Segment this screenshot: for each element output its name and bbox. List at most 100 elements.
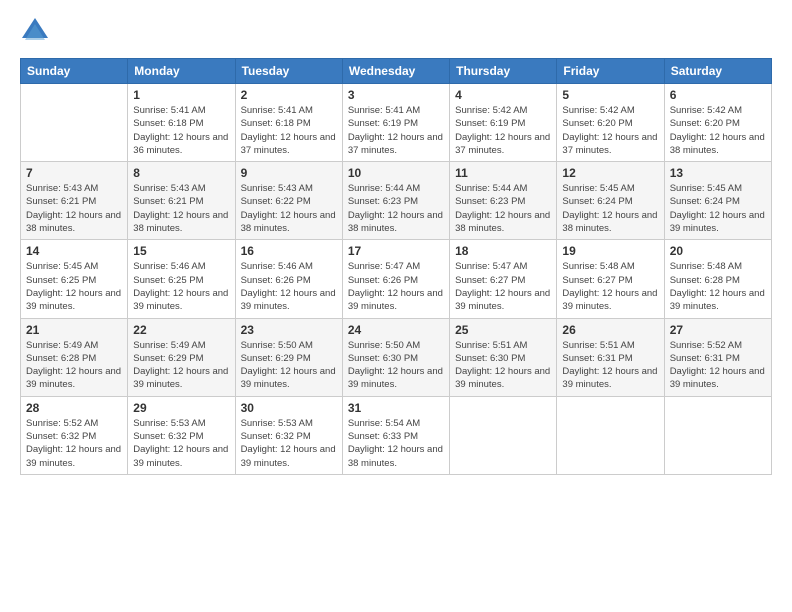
day-info: Sunrise: 5:41 AMSunset: 6:19 PMDaylight:… bbox=[348, 104, 444, 157]
calendar-cell: 28 Sunrise: 5:52 AMSunset: 6:32 PMDayligh… bbox=[21, 396, 128, 474]
calendar-cell bbox=[664, 396, 771, 474]
day-number: 7 bbox=[26, 166, 122, 180]
calendar-cell: 24 Sunrise: 5:50 AMSunset: 6:30 PMDayligh… bbox=[342, 318, 449, 396]
day-number: 4 bbox=[455, 88, 551, 102]
day-number: 27 bbox=[670, 323, 766, 337]
calendar-cell bbox=[557, 396, 664, 474]
day-number: 9 bbox=[241, 166, 337, 180]
day-info: Sunrise: 5:49 AMSunset: 6:29 PMDaylight:… bbox=[133, 339, 229, 392]
calendar-cell: 5 Sunrise: 5:42 AMSunset: 6:20 PMDaylight… bbox=[557, 84, 664, 162]
calendar-cell: 9 Sunrise: 5:43 AMSunset: 6:22 PMDaylight… bbox=[235, 162, 342, 240]
day-info: Sunrise: 5:44 AMSunset: 6:23 PMDaylight:… bbox=[455, 182, 551, 235]
calendar-cell: 30 Sunrise: 5:53 AMSunset: 6:32 PMDayligh… bbox=[235, 396, 342, 474]
calendar-cell: 8Sunrise: 5:43 AMSunset: 6:21 PMDaylight… bbox=[128, 162, 235, 240]
day-number: 30 bbox=[241, 401, 337, 415]
day-number: 23 bbox=[241, 323, 337, 337]
day-number: 22 bbox=[133, 323, 229, 337]
day-info: Sunrise: 5:42 AMSunset: 6:20 PMDaylight:… bbox=[562, 104, 658, 157]
day-info: Sunrise: 5:42 AMSunset: 6:19 PMDaylight:… bbox=[455, 104, 551, 157]
calendar-cell bbox=[450, 396, 557, 474]
week-row-1: 7 Sunrise: 5:43 AMSunset: 6:21 PMDaylight… bbox=[21, 162, 772, 240]
day-number: 20 bbox=[670, 244, 766, 258]
calendar-cell: 23 Sunrise: 5:50 AMSunset: 6:29 PMDayligh… bbox=[235, 318, 342, 396]
calendar-cell: 12 Sunrise: 5:45 AMSunset: 6:24 PMDayligh… bbox=[557, 162, 664, 240]
day-number: 3 bbox=[348, 88, 444, 102]
day-info: Sunrise: 5:51 AMSunset: 6:30 PMDaylight:… bbox=[455, 339, 551, 392]
day-info: Sunrise: 5:45 AMSunset: 6:25 PMDaylight:… bbox=[26, 260, 122, 313]
day-number: 17 bbox=[348, 244, 444, 258]
calendar-cell: 13 Sunrise: 5:45 AMSunset: 6:24 PMDayligh… bbox=[664, 162, 771, 240]
day-number: 26 bbox=[562, 323, 658, 337]
day-info: Sunrise: 5:51 AMSunset: 6:31 PMDaylight:… bbox=[562, 339, 658, 392]
calendar-cell: 17 Sunrise: 5:47 AMSunset: 6:26 PMDayligh… bbox=[342, 240, 449, 318]
calendar-cell: 15 Sunrise: 5:46 AMSunset: 6:25 PMDayligh… bbox=[128, 240, 235, 318]
calendar-cell bbox=[21, 84, 128, 162]
weekday-header-sunday: Sunday bbox=[21, 59, 128, 84]
calendar-cell: 11 Sunrise: 5:44 AMSunset: 6:23 PMDayligh… bbox=[450, 162, 557, 240]
day-info: Sunrise: 5:45 AMSunset: 6:24 PMDaylight:… bbox=[670, 182, 766, 235]
weekday-header-saturday: Saturday bbox=[664, 59, 771, 84]
day-number: 13 bbox=[670, 166, 766, 180]
week-row-0: 1 Sunrise: 5:41 AMSunset: 6:18 PMDaylight… bbox=[21, 84, 772, 162]
calendar-cell: 26 Sunrise: 5:51 AMSunset: 6:31 PMDayligh… bbox=[557, 318, 664, 396]
calendar-cell: 16Sunrise: 5:46 AMSunset: 6:26 PMDayligh… bbox=[235, 240, 342, 318]
day-number: 1 bbox=[133, 88, 229, 102]
day-number: 12 bbox=[562, 166, 658, 180]
calendar-cell: 1 Sunrise: 5:41 AMSunset: 6:18 PMDaylight… bbox=[128, 84, 235, 162]
day-number: 6 bbox=[670, 88, 766, 102]
day-number: 15 bbox=[133, 244, 229, 258]
day-number: 10 bbox=[348, 166, 444, 180]
day-info: Sunrise: 5:41 AMSunset: 6:18 PMDaylight:… bbox=[133, 104, 229, 157]
day-info: Sunrise: 5:43 AMSunset: 6:22 PMDaylight:… bbox=[241, 182, 337, 235]
weekday-header-friday: Friday bbox=[557, 59, 664, 84]
day-number: 5 bbox=[562, 88, 658, 102]
day-number: 28 bbox=[26, 401, 122, 415]
day-info: Sunrise: 5:50 AMSunset: 6:29 PMDaylight:… bbox=[241, 339, 337, 392]
calendar-cell: 7 Sunrise: 5:43 AMSunset: 6:21 PMDaylight… bbox=[21, 162, 128, 240]
day-info: Sunrise: 5:53 AMSunset: 6:32 PMDaylight:… bbox=[241, 417, 337, 470]
day-info: Sunrise: 5:48 AMSunset: 6:28 PMDaylight:… bbox=[670, 260, 766, 313]
calendar-cell: 22 Sunrise: 5:49 AMSunset: 6:29 PMDayligh… bbox=[128, 318, 235, 396]
day-info: Sunrise: 5:50 AMSunset: 6:30 PMDaylight:… bbox=[348, 339, 444, 392]
day-info: Sunrise: 5:46 AMSunset: 6:25 PMDaylight:… bbox=[133, 260, 229, 313]
day-info: Sunrise: 5:43 AMSunset: 6:21 PMDaylight:… bbox=[133, 182, 229, 235]
calendar-cell: 31Sunrise: 5:54 AMSunset: 6:33 PMDayligh… bbox=[342, 396, 449, 474]
day-info: Sunrise: 5:49 AMSunset: 6:28 PMDaylight:… bbox=[26, 339, 122, 392]
day-info: Sunrise: 5:47 AMSunset: 6:26 PMDaylight:… bbox=[348, 260, 444, 313]
logo-icon bbox=[20, 16, 50, 46]
weekday-header-wednesday: Wednesday bbox=[342, 59, 449, 84]
logo bbox=[20, 16, 52, 46]
day-info: Sunrise: 5:43 AMSunset: 6:21 PMDaylight:… bbox=[26, 182, 122, 235]
day-number: 29 bbox=[133, 401, 229, 415]
day-info: Sunrise: 5:41 AMSunset: 6:18 PMDaylight:… bbox=[241, 104, 337, 157]
calendar-cell: 2Sunrise: 5:41 AMSunset: 6:18 PMDaylight… bbox=[235, 84, 342, 162]
day-info: Sunrise: 5:47 AMSunset: 6:27 PMDaylight:… bbox=[455, 260, 551, 313]
calendar-cell: 14 Sunrise: 5:45 AMSunset: 6:25 PMDayligh… bbox=[21, 240, 128, 318]
calendar-cell: 4 Sunrise: 5:42 AMSunset: 6:19 PMDaylight… bbox=[450, 84, 557, 162]
header bbox=[20, 16, 772, 46]
day-number: 11 bbox=[455, 166, 551, 180]
day-number: 21 bbox=[26, 323, 122, 337]
week-row-4: 28 Sunrise: 5:52 AMSunset: 6:32 PMDayligh… bbox=[21, 396, 772, 474]
day-number: 18 bbox=[455, 244, 551, 258]
day-info: Sunrise: 5:45 AMSunset: 6:24 PMDaylight:… bbox=[562, 182, 658, 235]
day-number: 16 bbox=[241, 244, 337, 258]
calendar-cell: 25 Sunrise: 5:51 AMSunset: 6:30 PMDayligh… bbox=[450, 318, 557, 396]
calendar-table: SundayMondayTuesdayWednesdayThursdayFrid… bbox=[20, 58, 772, 475]
weekday-header-monday: Monday bbox=[128, 59, 235, 84]
day-info: Sunrise: 5:52 AMSunset: 6:32 PMDaylight:… bbox=[26, 417, 122, 470]
calendar-cell: 21 Sunrise: 5:49 AMSunset: 6:28 PMDayligh… bbox=[21, 318, 128, 396]
day-number: 24 bbox=[348, 323, 444, 337]
day-number: 25 bbox=[455, 323, 551, 337]
weekday-header-thursday: Thursday bbox=[450, 59, 557, 84]
calendar-cell: 10Sunrise: 5:44 AMSunset: 6:23 PMDayligh… bbox=[342, 162, 449, 240]
week-row-3: 21 Sunrise: 5:49 AMSunset: 6:28 PMDayligh… bbox=[21, 318, 772, 396]
day-info: Sunrise: 5:52 AMSunset: 6:31 PMDaylight:… bbox=[670, 339, 766, 392]
day-number: 14 bbox=[26, 244, 122, 258]
weekday-header-row: SundayMondayTuesdayWednesdayThursdayFrid… bbox=[21, 59, 772, 84]
day-number: 19 bbox=[562, 244, 658, 258]
calendar-cell: 20 Sunrise: 5:48 AMSunset: 6:28 PMDayligh… bbox=[664, 240, 771, 318]
calendar-cell: 18 Sunrise: 5:47 AMSunset: 6:27 PMDayligh… bbox=[450, 240, 557, 318]
day-info: Sunrise: 5:48 AMSunset: 6:27 PMDaylight:… bbox=[562, 260, 658, 313]
week-row-2: 14 Sunrise: 5:45 AMSunset: 6:25 PMDayligh… bbox=[21, 240, 772, 318]
